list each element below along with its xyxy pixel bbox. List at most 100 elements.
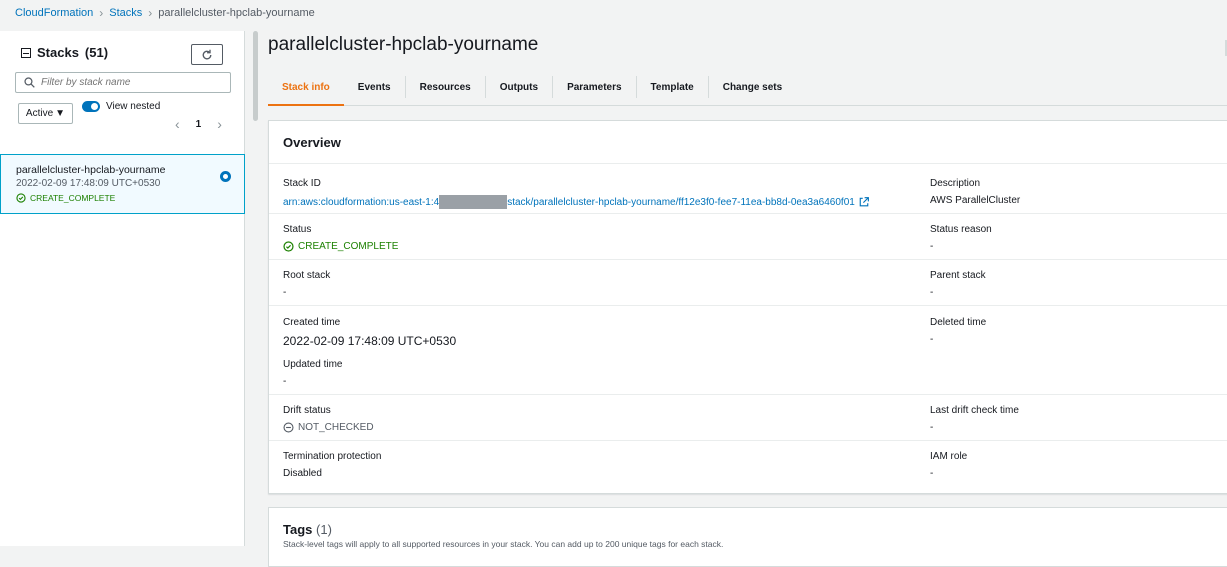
breadcrumb-stacks[interactable]: Stacks (109, 7, 142, 19)
chevron-right-icon: › (99, 6, 104, 20)
overview-row-root-stack: Root stack - Parent stack - (269, 260, 1227, 306)
breadcrumb: CloudFormation › Stacks › parallelcluste… (15, 6, 315, 20)
stacks-panel-header: Stacks (51) (21, 45, 108, 60)
status-reason-cell: Status reason - (930, 224, 992, 252)
overview-row-status: Status CREATE_COMPLETE Status reason - (269, 214, 1227, 260)
caret-down-icon: ▼ (55, 108, 66, 119)
status-value-text: CREATE_COMPLETE (298, 241, 399, 252)
iam-role-cell: IAM role - (930, 451, 967, 479)
created-time-cell: Created time 2022-02-09 17:48:09 UTC+053… (283, 317, 456, 348)
stack-id-suffix: stack/parallelcluster-hpclab-yourname/ff… (507, 196, 855, 208)
next-page-icon[interactable]: › (217, 116, 222, 132)
panel-scrollbar[interactable] (253, 31, 258, 121)
overview-row-stack-id: Stack ID arn:aws:cloudformation:us-east-… (269, 164, 1227, 214)
last-drift-label: Last drift check time (930, 405, 1019, 416)
tab-resources[interactable]: Resources (406, 76, 486, 98)
view-nested-label: View nested (106, 101, 161, 112)
status-value: CREATE_COMPLETE (283, 241, 398, 252)
status-cell: Status CREATE_COMPLETE (283, 224, 398, 252)
updated-time-value: - (283, 376, 287, 387)
overview-row-times: Created time 2022-02-09 17:48:09 UTC+053… (269, 306, 1227, 395)
tags-title: Tags (1) (283, 522, 332, 537)
redacted-account-id (439, 195, 508, 209)
prev-page-icon[interactable]: ‹ (175, 116, 180, 132)
description-label: Description (930, 178, 981, 189)
stack-id-prefix: arn:aws:cloudformation:us-east-1:4 (283, 196, 440, 208)
drift-status-label: Drift status (283, 405, 331, 416)
chevron-right-icon: › (148, 6, 153, 20)
external-link-icon (859, 197, 869, 207)
drift-status-text: NOT_CHECKED (298, 422, 374, 433)
updated-time-cell: Updated time - (283, 359, 342, 387)
current-page[interactable]: 1 (196, 119, 202, 130)
stack-item-status-text: CREATE_COMPLETE (30, 193, 116, 203)
tab-stack-info[interactable]: Stack info (268, 76, 344, 106)
stack-search-field[interactable] (15, 72, 231, 93)
last-drift-value: - (930, 422, 934, 433)
tags-count: (1) (316, 522, 332, 537)
stack-id-label: Stack ID (283, 178, 321, 189)
stacks-count: (51) (84, 45, 109, 60)
stacks-panel-title: Stacks (37, 45, 79, 60)
overview-row-drift: Drift status NOT_CHECKED Last drift chec… (269, 395, 1227, 441)
status-reason-value: - (930, 241, 934, 252)
breadcrumb-current: parallelcluster-hpclab-yourname (158, 7, 315, 19)
stack-item-time: 2022-02-09 17:48:09 UTC+0530 (16, 178, 161, 189)
tags-description: Stack-level tags will apply to all suppo… (283, 539, 724, 549)
parent-stack-value: - (930, 287, 934, 298)
tags-panel: Tags (1) Stack-level tags will apply to … (268, 507, 1227, 567)
page-title: parallelcluster-hpclab-yourname (268, 34, 539, 55)
created-time-label: Created time (283, 317, 341, 328)
overview-title: Overview (269, 121, 1227, 164)
tab-parameters[interactable]: Parameters (553, 76, 637, 98)
tab-change-sets[interactable]: Change sets (709, 76, 796, 98)
refresh-icon (202, 49, 212, 59)
root-stack-value: - (283, 287, 287, 298)
stack-item-name: parallelcluster-hpclab-yourname (16, 164, 166, 176)
check-circle-icon (16, 193, 26, 203)
termination-cell: Termination protection Disabled (283, 451, 381, 479)
check-circle-icon (283, 241, 294, 252)
description-value: AWS ParallelCluster (930, 195, 1021, 206)
iam-role-label: IAM role (930, 451, 968, 462)
stack-item-status: CREATE_COMPLETE (16, 193, 115, 203)
description-cell: Description AWS ParallelCluster (930, 178, 1020, 206)
collapse-icon[interactable] (21, 47, 31, 58)
termination-value: Disabled (283, 468, 322, 479)
updated-time-label: Updated time (283, 359, 343, 370)
stack-id-cell: Stack ID arn:aws:cloudformation:us-east-… (283, 178, 869, 209)
view-nested-toggle[interactable] (82, 101, 100, 112)
deleted-time-label: Deleted time (930, 317, 987, 328)
stacks-panel: Stacks (51) Active ▼ View nested ‹ 1 › p… (0, 31, 245, 546)
status-filter-select[interactable]: Active ▼ (18, 103, 73, 124)
refresh-button[interactable] (191, 44, 223, 65)
breadcrumb-cloudformation[interactable]: CloudFormation (15, 7, 93, 19)
iam-role-value: - (930, 468, 934, 479)
stack-id-link[interactable]: arn:aws:cloudformation:us-east-1:4 stack/… (283, 195, 869, 209)
pagination: ‹ 1 › (175, 116, 222, 132)
stack-select-radio[interactable] (220, 171, 231, 182)
created-time-value: 2022-02-09 17:48:09 UTC+0530 (283, 334, 457, 348)
root-stack-label: Root stack (283, 270, 331, 281)
overview-row-termination: Termination protection Disabled IAM role… (269, 441, 1227, 493)
termination-label: Termination protection (283, 451, 382, 462)
drift-status-value: NOT_CHECKED (283, 422, 374, 433)
root-stack-cell: Root stack - (283, 270, 330, 298)
deleted-time-cell: Deleted time - (930, 317, 986, 345)
stack-list-item[interactable]: parallelcluster-hpclab-yourname 2022-02-… (0, 154, 245, 214)
parent-stack-label: Parent stack (930, 270, 986, 281)
search-icon (24, 77, 35, 88)
last-drift-cell: Last drift check time - (930, 405, 1019, 433)
status-reason-label: Status reason (930, 224, 992, 235)
parent-stack-cell: Parent stack - (930, 270, 986, 298)
status-filter-value: Active (25, 108, 54, 119)
minus-circle-icon (283, 422, 294, 433)
tab-template[interactable]: Template (637, 76, 709, 98)
tags-title-text: Tags (283, 522, 313, 537)
stack-tabs: Stack info Events Resources Outputs Para… (268, 72, 1227, 106)
stack-search-input[interactable] (41, 77, 221, 88)
status-label: Status (283, 224, 312, 235)
overview-panel: Overview Stack ID arn:aws:cloudformation… (268, 120, 1227, 494)
tab-outputs[interactable]: Outputs (486, 76, 554, 98)
tab-events[interactable]: Events (344, 76, 406, 98)
